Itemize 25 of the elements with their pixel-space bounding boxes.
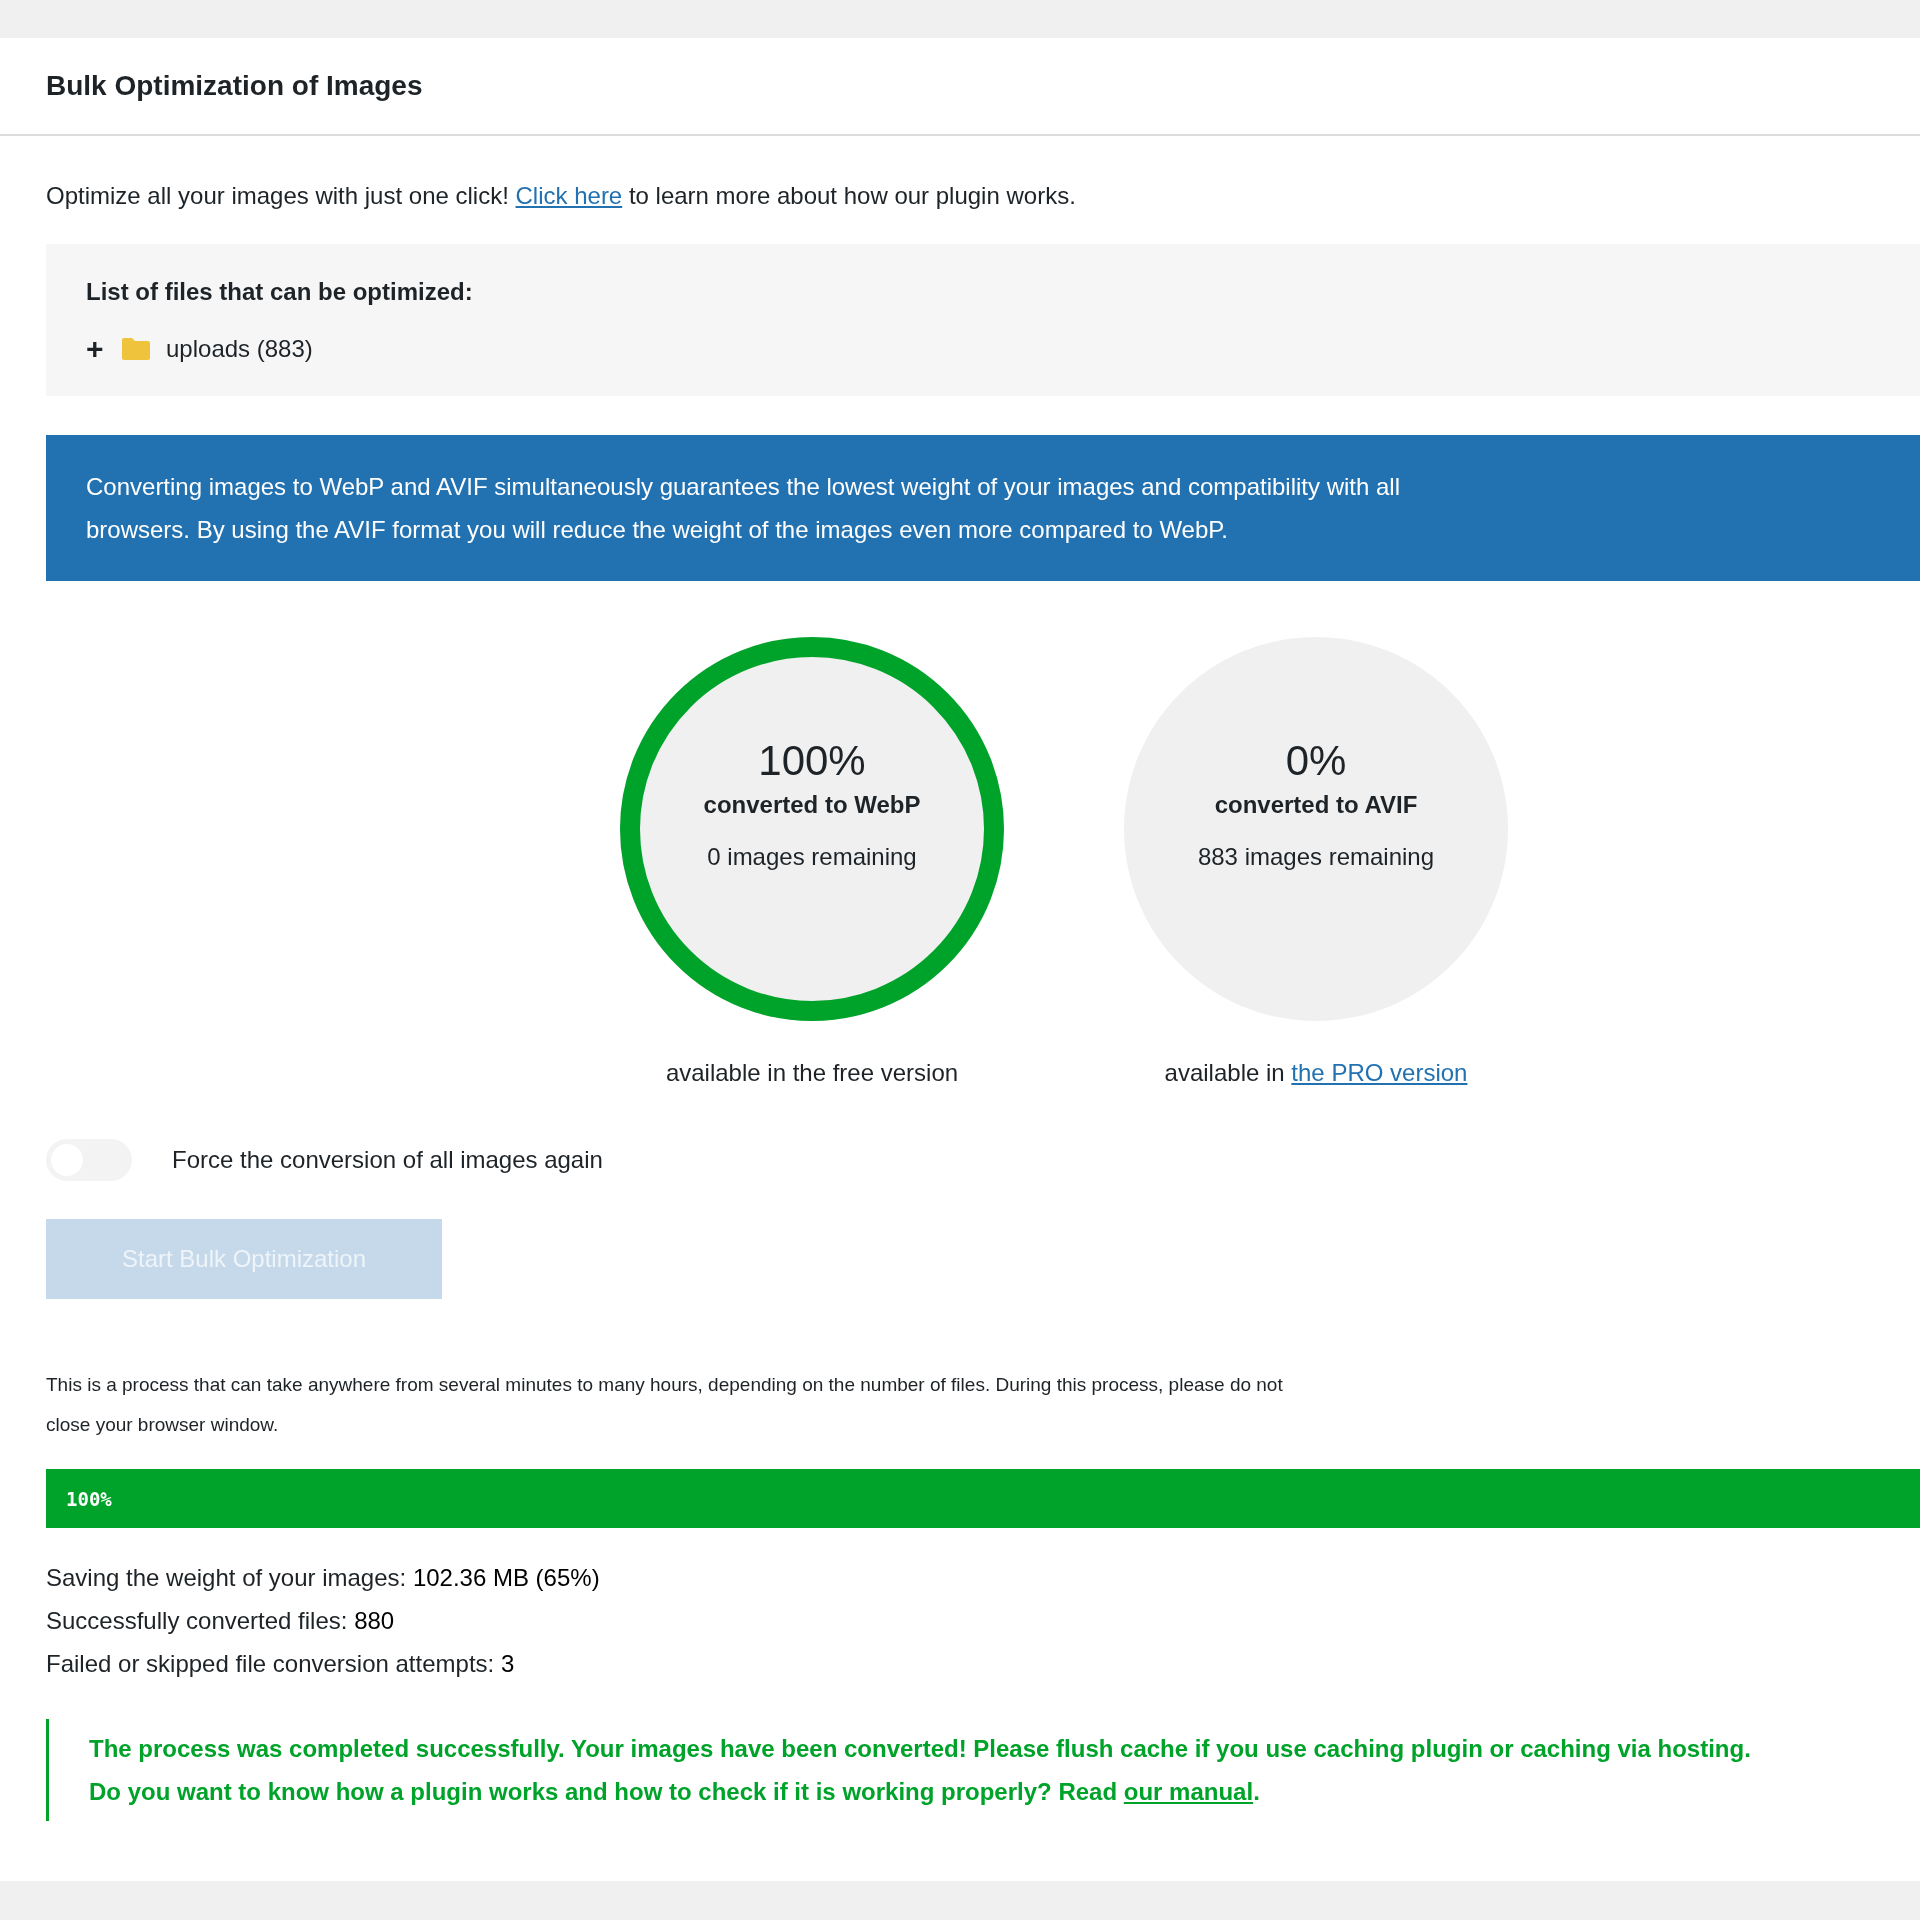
- folder-icon: [122, 338, 150, 360]
- manual-link[interactable]: our manual: [1123, 1778, 1254, 1805]
- files-heading: List of files that can be optimized:: [86, 278, 474, 306]
- pro-version-link[interactable]: the PRO version: [1291, 1059, 1468, 1086]
- progress-text: 100%: [65, 1487, 112, 1510]
- availability-caption: available in the PRO version: [1164, 1059, 1468, 1087]
- success-text: The process was completed successfully. Your images have been converted! Please flush cache if you use caching plugin or caching via hosting. Do you want to know how a plugin works and how to check if it is working properly? Read our manual.: [89, 1734, 1752, 1807]
- remaining-count: 0 images remaining: [707, 843, 917, 871]
- learn-more-link[interactable]: Click here: [515, 182, 623, 209]
- format-label: converted to WebP: [703, 791, 921, 819]
- expand-toggle[interactable]: +: [86, 332, 106, 366]
- availability-caption: available in the free version: [665, 1059, 959, 1087]
- toggle-label: Force the conversion of all images again: [172, 1146, 603, 1174]
- intro-text: Optimize all your images with just one click! Click here to learn more about how our plugin works.: [46, 182, 1077, 210]
- stat-line: Failed or skipped file conversion attempts: 3: [46, 1649, 516, 1679]
- stat-line: Saving the weight of your images: 102.36 MB (65%): [46, 1563, 601, 1593]
- info-text: Converting images to WebP and AVIF simultaneously guarantees the lowest weight of your images and compatibility with all browsers. By using the AVIF format you will reduce the weight of the images even more compared to WebP.: [86, 472, 1402, 545]
- folder-label[interactable]: uploads (883): [166, 335, 313, 363]
- panel-title: Bulk Optimization of Images: [46, 70, 423, 102]
- stat-line: Successfully converted files: 880: [46, 1606, 396, 1636]
- format-label: converted to AVIF: [1214, 791, 1418, 819]
- percent-value: 0%: [1285, 737, 1347, 785]
- percent-value: 100%: [758, 737, 866, 785]
- remaining-count: 883 images remaining: [1197, 843, 1435, 871]
- process-note: This is a process that can take anywhere from several minutes to many hours, depending on the number of files. During this process, please do not close your browser window.: [46, 1373, 1284, 1437]
